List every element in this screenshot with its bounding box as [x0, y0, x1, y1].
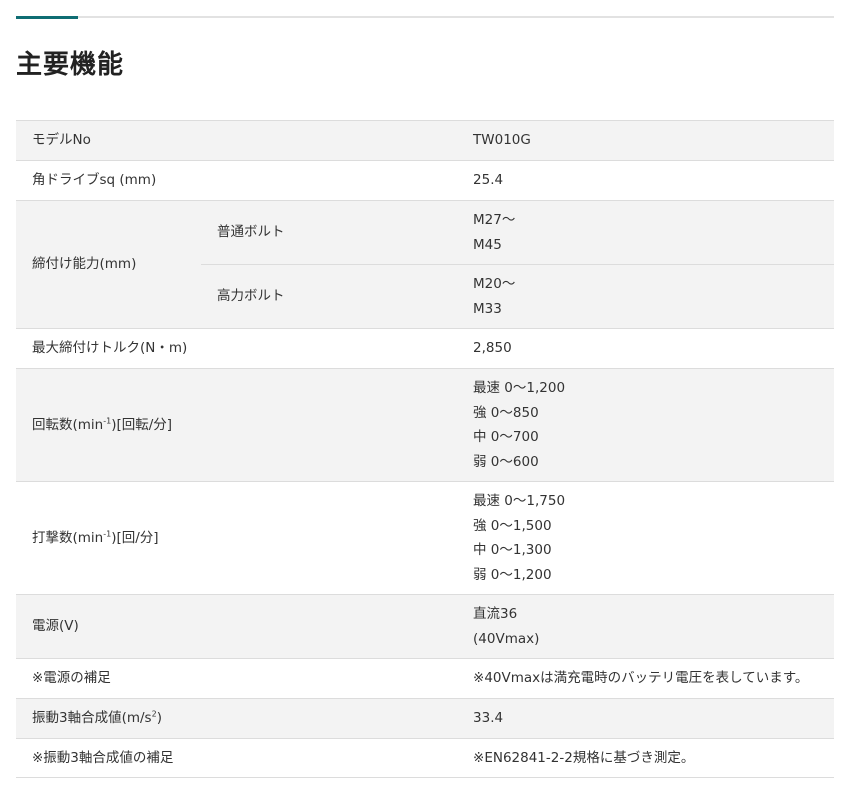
- section-divider-accent: [16, 16, 78, 19]
- value-line: 弱 0～600: [473, 453, 539, 470]
- spec-row-square-drive: 角ドライブsq (mm) 25.4: [16, 160, 834, 201]
- spec-label-fastening: 締付け能力(mm): [16, 200, 201, 329]
- value-line: 中 0～700: [473, 429, 539, 445]
- spec-value-impacts: 最速 0～1,750 強 0～1,500 中 0～1,300 弱 0～1,200: [457, 481, 834, 595]
- label-text: )[回/分]: [111, 529, 159, 546]
- spec-row-power: 電源(V) 直流36 (40Vmax): [16, 594, 834, 659]
- value-line: M33: [473, 300, 502, 317]
- spec-row-max-torque: 最大締付けトルク(N・m) 2,850: [16, 328, 834, 369]
- value-line: 最速 0～1,200: [473, 380, 566, 396]
- spec-label-impacts: 打撃数(min-1)[回/分]: [16, 481, 458, 595]
- label-text: )[回転/分]: [111, 416, 173, 433]
- label-text: ): [156, 710, 162, 727]
- value-line: M20～: [473, 276, 516, 292]
- spec-value-model: TW010G: [457, 120, 834, 161]
- label-text: 打撃数(min: [32, 529, 104, 546]
- spec-value-power-note: ※40Vmaxは満充電時のバッテリ電圧を表しています。: [457, 658, 834, 699]
- value-line: 弱 0～1,200: [473, 566, 552, 583]
- spec-table: モデルNo TW010G 角ドライブsq (mm) 25.4 締付け能力(mm)…: [16, 120, 834, 778]
- value-line: 直流36: [473, 606, 518, 622]
- spec-row-fastening-regular: 締付け能力(mm) 普通ボルト M27～ M45: [16, 200, 834, 329]
- value-line: 中 0～1,300: [473, 542, 552, 558]
- spec-row-impacts: 打撃数(min-1)[回/分] 最速 0～1,750 強 0～1,500 中 0…: [16, 481, 834, 595]
- spec-value-max-torque: 2,850: [457, 328, 834, 369]
- spec-value-rotation: 最速 0～1,200 強 0～850 中 0～700 弱 0～600: [457, 368, 834, 482]
- spec-label-power: 電源(V): [16, 594, 458, 659]
- spec-label-max-torque: 最大締付けトルク(N・m): [16, 328, 458, 369]
- value-line: 強 0～1,500: [473, 517, 552, 534]
- section-divider: [16, 16, 834, 18]
- value-line: M27～: [473, 212, 516, 228]
- section-title: 主要機能: [16, 50, 125, 80]
- spec-label-square-drive: 角ドライブsq (mm): [16, 160, 458, 201]
- spec-row-vibration: 振動3軸合成値(m/s2) 33.4: [16, 698, 834, 739]
- spec-value-power: 直流36 (40Vmax): [457, 594, 834, 659]
- value-line: (40Vmax): [473, 630, 540, 647]
- value-line: 強 0～850: [473, 404, 539, 421]
- spec-label-vibration-note: ※振動3軸合成値の補足: [16, 738, 458, 778]
- spec-row-model: モデルNo TW010G: [16, 120, 834, 161]
- value-line: 最速 0～1,750: [473, 493, 566, 509]
- spec-label-rotation: 回転数(min-1)[回転/分]: [16, 368, 458, 482]
- spec-value-square-drive: 25.4: [457, 160, 834, 201]
- value-line: M45: [473, 236, 502, 253]
- spec-row-vibration-note: ※振動3軸合成値の補足 ※EN62841-2-2規格に基づき測定。: [16, 738, 834, 778]
- spec-sublabel-high-tensile-bolt: 高力ボルト: [201, 264, 458, 329]
- spec-value-vibration-note: ※EN62841-2-2規格に基づき測定。: [457, 738, 834, 778]
- spec-row-power-note: ※電源の補足 ※40Vmaxは満充電時のバッテリ電圧を表しています。: [16, 658, 834, 699]
- spec-sublabel-regular-bolt: 普通ボルト: [201, 200, 458, 265]
- spec-label-model: モデルNo: [16, 120, 458, 161]
- spec-row-rotation: 回転数(min-1)[回転/分] 最速 0～1,200 強 0～850 中 0～…: [16, 368, 834, 482]
- spec-value-high-tensile-bolt: M20～ M33: [457, 264, 834, 329]
- spec-label-vibration: 振動3軸合成値(m/s2): [16, 698, 458, 739]
- spec-value-vibration: 33.4: [457, 698, 834, 739]
- label-text: 回転数(min: [32, 416, 104, 433]
- label-text: 振動3軸合成値(m/s: [32, 710, 152, 727]
- spec-value-regular-bolt: M27～ M45: [457, 200, 834, 265]
- spec-label-power-note: ※電源の補足: [16, 658, 458, 699]
